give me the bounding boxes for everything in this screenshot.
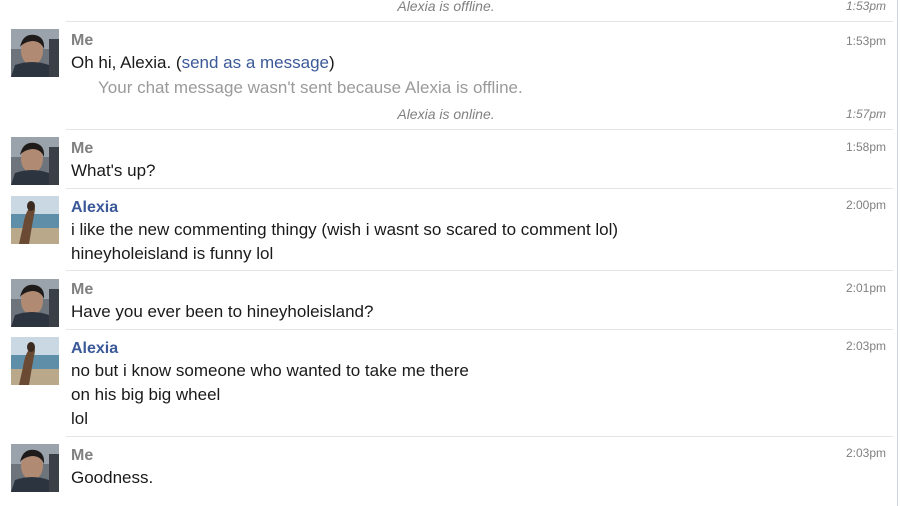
message-time: 1:58pm xyxy=(845,140,886,154)
status-text: Alexia is online. xyxy=(397,106,495,122)
divider xyxy=(66,329,893,330)
avatar-me-photo xyxy=(11,29,59,77)
divider xyxy=(66,270,893,271)
message-time: 1:53pm xyxy=(845,34,886,48)
message-text: i like the new commenting thingy (wish i… xyxy=(71,220,619,239)
message-text: Have you ever been to hineyholeisland? xyxy=(71,302,374,321)
avatar-me-photo xyxy=(11,444,59,492)
avatar-alexia-photo xyxy=(11,196,59,244)
message-text: no but i know someone who wanted to take… xyxy=(71,361,469,380)
sender-name: Alexia xyxy=(71,340,119,357)
divider xyxy=(66,436,893,437)
scroll-edge xyxy=(897,0,898,506)
message-time: 2:03pm xyxy=(845,446,886,460)
sender-name: Me xyxy=(71,140,94,157)
status-offline: Alexia is offline. 1:53pm xyxy=(66,0,886,14)
status-time: 1:53pm xyxy=(845,0,886,13)
avatar-me-photo xyxy=(11,137,59,185)
avatar-alexia[interactable] xyxy=(11,337,59,385)
message-time: 2:03pm xyxy=(845,339,886,353)
send-as-message-link[interactable]: send as a message xyxy=(182,53,329,72)
sender-name: Me xyxy=(71,281,94,298)
status-text: Alexia is offline. xyxy=(397,0,495,14)
message-time: 2:01pm xyxy=(845,281,886,295)
avatar-me[interactable] xyxy=(11,444,59,492)
divider xyxy=(66,21,893,22)
message-time: 2:00pm xyxy=(845,198,886,212)
message-text-prefix: Oh hi, Alexia. ( xyxy=(71,53,182,72)
avatar-alexia-photo xyxy=(11,337,59,385)
status-online: Alexia is online. 1:57pm xyxy=(66,106,886,122)
avatar-alexia[interactable] xyxy=(11,196,59,244)
message-text-suffix: ) xyxy=(328,53,335,72)
avatar-me[interactable] xyxy=(11,279,59,327)
sender-name: Alexia xyxy=(71,199,119,216)
avatar-me-photo xyxy=(11,279,59,327)
message-text: on his big big wheel xyxy=(71,385,221,404)
message-text: lol xyxy=(71,409,89,428)
send-error-text: Your chat message wasn't sent because Al… xyxy=(98,78,523,97)
divider xyxy=(66,188,893,189)
message-text: hineyholeisland is funny lol xyxy=(71,244,274,263)
message-text: What's up? xyxy=(71,161,156,180)
sender-name: Me xyxy=(71,32,94,49)
status-time: 1:57pm xyxy=(845,107,886,121)
avatar-me[interactable] xyxy=(11,137,59,185)
message-text: Oh hi, Alexia. (send as a message) xyxy=(71,52,335,74)
chat-log[interactable]: Alexia is offline. 1:53pm Me 1:53pm Oh h… xyxy=(0,0,900,506)
sender-name: Me xyxy=(71,447,94,464)
message-text: Goodness. xyxy=(71,468,154,487)
avatar-me[interactable] xyxy=(11,29,59,77)
divider xyxy=(66,129,893,130)
